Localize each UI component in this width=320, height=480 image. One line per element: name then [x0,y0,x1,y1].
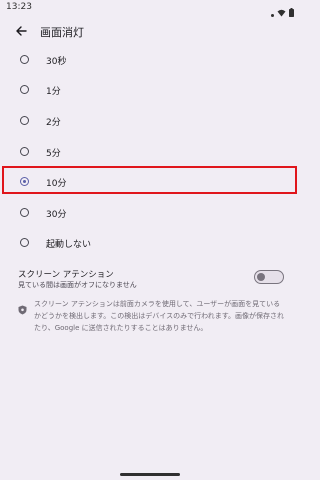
option-2m[interactable]: 2分 [0,106,300,136]
radio-button[interactable] [20,238,29,247]
screen-attention-subtitle: 見ている間は画面がオフになりません [18,281,137,289]
option-30s[interactable]: 30秒 [0,45,300,75]
radio-button[interactable] [20,147,29,156]
option-5m[interactable]: 5分 [0,137,300,167]
back-button[interactable] [12,22,30,40]
arrow-back-icon [15,22,27,41]
option-10m[interactable]: 10分 [0,167,300,197]
privacy-shield-icon [18,300,27,319]
page-title: 画面消灯 [40,26,84,39]
option-1m[interactable]: 1分 [0,75,300,105]
screen-attention-toggle[interactable] [254,270,284,284]
option-30m[interactable]: 30分 [0,198,300,228]
status-bar: 13:23 [0,0,300,17]
radio-button[interactable] [20,177,29,186]
radio-button[interactable] [20,85,29,94]
option-label: 起動しない [46,240,92,250]
app-bar: 画面消灯 [0,18,300,44]
option-label: 10分 [46,179,67,189]
option-label: 30秒 [46,57,67,67]
status-time: 13:23 [6,2,32,12]
radio-button[interactable] [20,208,29,217]
screen-attention-title: スクリーン アテンション [18,270,114,280]
option-label: 1分 [46,87,61,97]
option-never[interactable]: 起動しない [0,228,300,258]
radio-button[interactable] [20,55,29,64]
screen-attention-setting[interactable]: スクリーン アテンション 見ている間は画面がオフになりません [0,262,300,292]
option-label: 2分 [46,118,61,128]
gesture-nav-handle[interactable] [120,473,180,476]
option-label: 30分 [46,210,67,220]
info-text: スクリーン アテンションは前面カメラを使用して、ユーザーが画面を見ているかどうか… [34,300,285,332]
radio-button[interactable] [20,116,29,125]
option-label: 5分 [46,149,61,159]
toggle-knob [257,273,265,281]
